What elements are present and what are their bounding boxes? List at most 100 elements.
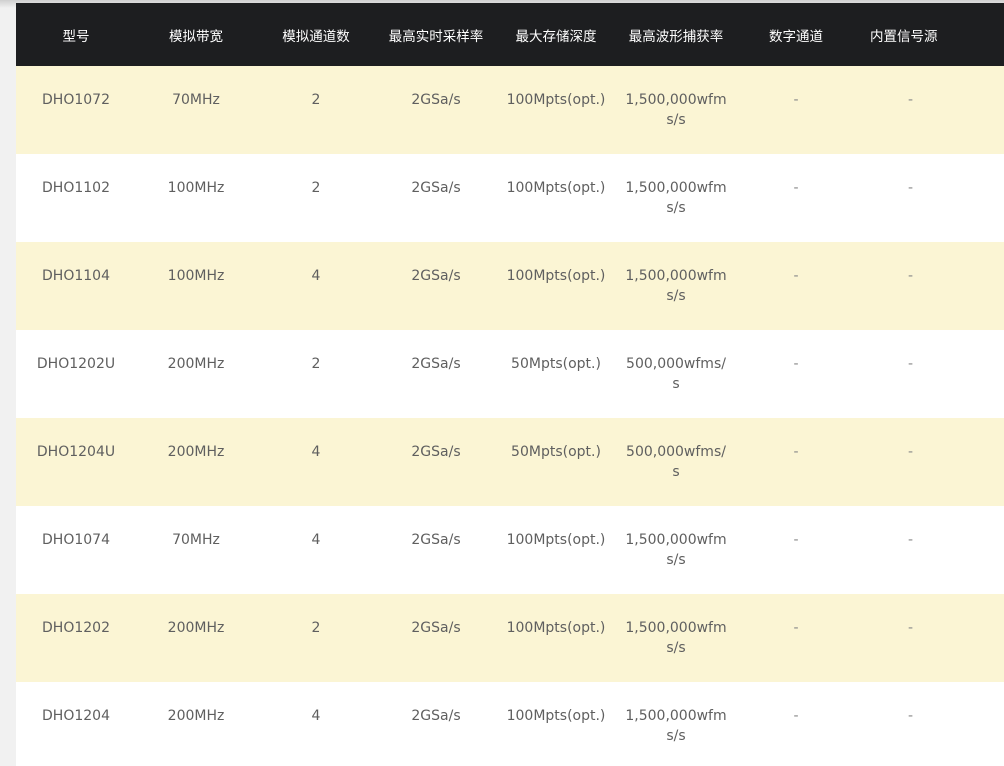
- cell-max-sample-rate-text: 2GSa/s: [411, 180, 461, 196]
- header-digital-channels: 数字通道: [736, 3, 856, 66]
- cell-max-sample-rate: 2GSa/s: [376, 66, 496, 154]
- cell-analog-bandwidth: 70MHz: [136, 66, 256, 154]
- header-max-memory-depth: 最大存储深度: [496, 3, 616, 66]
- cell-built-in-generator-text: -: [908, 532, 914, 548]
- cell-analog-channels-text: 2: [311, 620, 321, 636]
- cell-analog-bandwidth: 100MHz: [136, 154, 256, 242]
- cell-model: DHO1102: [16, 154, 136, 242]
- cell-analog-channels-text: 2: [311, 92, 321, 108]
- cell-built-in-generator-text: -: [908, 356, 914, 372]
- cell-max-memory-depth: 100Mpts(opt.): [496, 242, 616, 330]
- cell-max-waveform-capture-rate-text: 500,000wfms/s: [626, 444, 726, 480]
- header-row: 型号 模拟带宽 模拟通道数 最高实时采样率 最大存储深度 最高波形捕获率 数字通…: [16, 3, 1004, 66]
- header-analog-channels: 模拟通道数: [256, 3, 376, 66]
- cell-analog-channels-text: 4: [311, 444, 321, 460]
- cell-analog-bandwidth: 200MHz: [136, 682, 256, 766]
- cell-max-waveform-capture-rate-text: 1,500,000wfms/s: [625, 620, 727, 656]
- cell-digital-channels-text: -: [793, 180, 799, 196]
- table-row: DHO1072 70MHz 2 2GSa/s 100Mpts(opt.) 1,500,00…: [16, 66, 1004, 154]
- cell-analog-bandwidth: 70MHz: [136, 506, 256, 594]
- cell-max-sample-rate: 2GSa/s: [376, 682, 496, 766]
- cell-digital-channels-text: -: [793, 532, 799, 548]
- cell-analog-bandwidth-text: 70MHz: [172, 532, 220, 548]
- table-row: DHO1202 200MHz 2 2GSa/s 100Mpts(opt.) 1,500,0…: [16, 594, 1004, 682]
- table-row: DHO1102 100MHz 2 2GSa/s 100Mpts(opt.) 1,500,0…: [16, 154, 1004, 242]
- header-max-sample-rate: 最高实时采样率: [376, 3, 496, 66]
- cell-analog-channels: 4: [256, 242, 376, 330]
- cell-digital-channels-text: -: [793, 708, 799, 724]
- table-row: DHO1202U 200MHz 2 2GSa/s 50Mpts(opt.) 500,000…: [16, 330, 1004, 418]
- cell-analog-bandwidth-text: 200MHz: [167, 356, 225, 372]
- table-row: DHO1204 200MHz 4 2GSa/s 100Mpts(opt.) 1,500,0…: [16, 682, 1004, 766]
- cell-built-in-generator-text: -: [908, 268, 914, 284]
- cell-max-sample-rate: 2GSa/s: [376, 154, 496, 242]
- cell-digital-channels: -: [736, 66, 856, 154]
- header-max-waveform-capture-rate: 最高波形捕获率: [616, 3, 736, 66]
- cell-analog-channels: 2: [256, 330, 376, 418]
- cell-analog-channels-text: 2: [311, 356, 321, 372]
- cell-analog-bandwidth-text: 70MHz: [172, 92, 220, 108]
- cell-max-memory-depth: 50Mpts(opt.): [496, 330, 616, 418]
- cell-max-waveform-capture-rate: 1,500,000wfms/s: [616, 682, 736, 766]
- cell-max-waveform-capture-rate-text: 1,500,000wfms/s: [625, 532, 727, 568]
- cell-model-text: DHO1074: [42, 532, 110, 548]
- cell-max-waveform-capture-rate: 1,500,000wfms/s: [616, 154, 736, 242]
- cell-analog-channels: 4: [256, 682, 376, 766]
- cell-analog-channels-text: 2: [311, 180, 321, 196]
- cell-built-in-generator-text: -: [908, 620, 914, 636]
- cell-built-in-generator: -: [856, 594, 1004, 682]
- cell-max-waveform-capture-rate-text: 1,500,000wfms/s: [625, 268, 727, 304]
- cell-max-waveform-capture-rate: 500,000wfms/s: [616, 418, 736, 506]
- table-row: DHO1074 70MHz 4 2GSa/s 100Mpts(opt.) 1,500,00…: [16, 506, 1004, 594]
- cell-model: DHO1104: [16, 242, 136, 330]
- cell-max-waveform-capture-rate: 500,000wfms/s: [616, 330, 736, 418]
- table-row: DHO1204U 200MHz 4 2GSa/s 50Mpts(opt.) 500,000…: [16, 418, 1004, 506]
- cell-max-sample-rate-text: 2GSa/s: [411, 268, 461, 284]
- cell-digital-channels: -: [736, 330, 856, 418]
- cell-model-text: DHO1202U: [36, 356, 116, 372]
- cell-digital-channels-text: -: [793, 356, 799, 372]
- cell-max-sample-rate-text: 2GSa/s: [411, 532, 461, 548]
- header-built-in-generator: 内置信号源: [856, 3, 1004, 66]
- cell-max-memory-depth-text: 50Mpts(opt.): [511, 444, 601, 460]
- table-row: DHO1104 100MHz 4 2GSa/s 100Mpts(opt.) 1,500,0…: [16, 242, 1004, 330]
- cell-model-text: DHO1204U: [36, 444, 116, 460]
- cell-model-text: DHO1072: [42, 92, 110, 108]
- cell-max-memory-depth: 100Mpts(opt.): [496, 66, 616, 154]
- cell-model-text: DHO1102: [42, 180, 110, 196]
- cell-analog-bandwidth: 100MHz: [136, 242, 256, 330]
- cell-analog-bandwidth-text: 200MHz: [167, 620, 225, 636]
- cell-built-in-generator-text: -: [908, 444, 914, 460]
- cell-max-memory-depth-text: 50Mpts(opt.): [511, 356, 601, 372]
- cell-max-memory-depth-text: 100Mpts(opt.): [506, 532, 606, 548]
- cell-digital-channels-text: -: [793, 444, 799, 460]
- cell-max-memory-depth: 100Mpts(opt.): [496, 682, 616, 766]
- cell-analog-bandwidth: 200MHz: [136, 418, 256, 506]
- cell-max-memory-depth: 100Mpts(opt.): [496, 506, 616, 594]
- cell-max-memory-depth: 100Mpts(opt.): [496, 594, 616, 682]
- header-model: 型号: [16, 3, 136, 66]
- cell-max-sample-rate: 2GSa/s: [376, 330, 496, 418]
- cell-max-sample-rate: 2GSa/s: [376, 594, 496, 682]
- cell-max-memory-depth-text: 100Mpts(opt.): [506, 268, 606, 284]
- cell-digital-channels-text: -: [793, 620, 799, 636]
- cell-max-sample-rate: 2GSa/s: [376, 506, 496, 594]
- cell-max-memory-depth-text: 100Mpts(opt.): [506, 180, 606, 196]
- cell-analog-bandwidth: 200MHz: [136, 594, 256, 682]
- cell-max-sample-rate-text: 2GSa/s: [411, 620, 461, 636]
- cell-digital-channels: -: [736, 506, 856, 594]
- spec-table-container: 型号 模拟带宽 模拟通道数 最高实时采样率 最大存储深度 最高波形捕获率 数字通…: [16, 3, 1004, 766]
- cell-model: DHO1074: [16, 506, 136, 594]
- cell-max-waveform-capture-rate-text: 500,000wfms/s: [626, 356, 726, 392]
- cell-max-waveform-capture-rate: 1,500,000wfms/s: [616, 242, 736, 330]
- cell-model: DHO1202: [16, 594, 136, 682]
- cell-max-sample-rate-text: 2GSa/s: [411, 356, 461, 372]
- cell-analog-channels: 4: [256, 418, 376, 506]
- cell-model: DHO1204: [16, 682, 136, 766]
- cell-analog-bandwidth-text: 200MHz: [167, 708, 225, 724]
- cell-max-sample-rate: 2GSa/s: [376, 418, 496, 506]
- cell-max-waveform-capture-rate-text: 1,500,000wfms/s: [625, 92, 727, 128]
- cell-max-memory-depth-text: 100Mpts(opt.): [506, 92, 606, 108]
- oscilloscope-spec-table: 型号 模拟带宽 模拟通道数 最高实时采样率 最大存储深度 最高波形捕获率 数字通…: [16, 3, 1004, 766]
- cell-digital-channels: -: [736, 594, 856, 682]
